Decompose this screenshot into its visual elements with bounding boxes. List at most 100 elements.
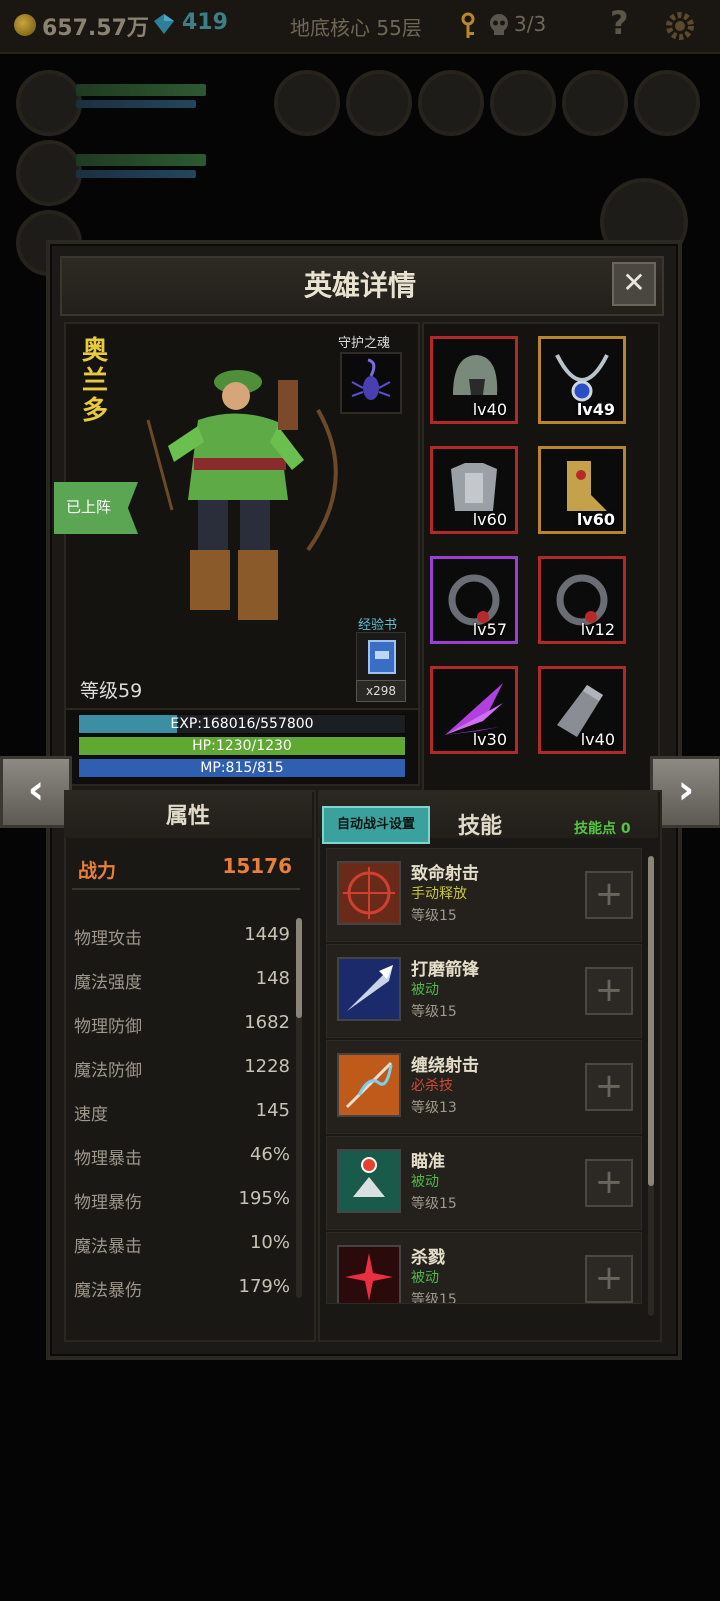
mp-bar-text: MP:815/815 bbox=[200, 760, 284, 776]
skill-level: 等级13 bbox=[411, 1100, 457, 1116]
equip-level: lv30 bbox=[472, 730, 507, 749]
scorpion-icon bbox=[351, 358, 391, 400]
equip-level: lv57 bbox=[472, 620, 507, 639]
exp-book-count: x298 bbox=[356, 680, 406, 702]
crosshair-skill-icon bbox=[337, 861, 401, 925]
skills-scrollbar-thumb[interactable] bbox=[648, 856, 654, 1186]
skill-upgrade-button[interactable]: + bbox=[585, 1063, 633, 1111]
skill-name: 打磨箭锋 bbox=[411, 960, 479, 980]
skill-type: 手动释放 bbox=[411, 886, 467, 902]
entangle-arrow-skill-icon bbox=[337, 1053, 401, 1117]
attr-label: 魔法强度 bbox=[74, 973, 142, 993]
gem-icon bbox=[154, 14, 174, 34]
attr-value: 1228 bbox=[244, 1056, 290, 1077]
attr-label: 物理暴击 bbox=[74, 1149, 142, 1169]
skill-upgrade-button[interactable]: + bbox=[585, 871, 633, 919]
hp-bar-text: HP:1230/1230 bbox=[192, 738, 292, 754]
bg-hero-bar bbox=[76, 100, 196, 108]
equip-level: lv40 bbox=[580, 730, 615, 749]
skill-row[interactable]: 杀戮 被动 等级15 + bbox=[326, 1232, 642, 1304]
arrowhead-skill-icon bbox=[337, 957, 401, 1021]
exp-bar: EXP:168016/557800 bbox=[78, 714, 406, 734]
exp-bar-fill bbox=[79, 715, 178, 733]
power-label: 战力 bbox=[78, 860, 117, 882]
deployed-label: 已上阵 bbox=[66, 498, 112, 516]
skill-type: 被动 bbox=[411, 982, 439, 998]
equip-level: lv49 bbox=[576, 400, 615, 419]
equip-slot-armor[interactable]: lv60 bbox=[430, 446, 518, 534]
exp-book-label: 经验书 bbox=[358, 618, 398, 633]
guardian-soul-slot[interactable] bbox=[340, 352, 402, 414]
bg-hero-bar bbox=[76, 154, 206, 166]
skill-type: 必杀技 bbox=[411, 1078, 453, 1094]
bg-item-slot bbox=[418, 70, 484, 136]
skill-level: 等级15 bbox=[411, 1292, 457, 1304]
skill-type: 被动 bbox=[411, 1174, 439, 1190]
attr-value: 10% bbox=[249, 1232, 290, 1253]
equip-level: lv40 bbox=[472, 400, 507, 419]
equip-slot-boots[interactable]: lv60 bbox=[538, 446, 626, 534]
power-value: 15176 bbox=[222, 854, 292, 878]
attributes-scrollbar-thumb[interactable] bbox=[296, 918, 302, 1018]
hero-name: 奥兰多 bbox=[82, 336, 109, 426]
skill-row[interactable]: 瞄准 被动 等级15 + bbox=[326, 1136, 642, 1230]
attr-value: 179% bbox=[238, 1276, 290, 1297]
equip-slot-ring-1[interactable]: lv57 bbox=[430, 556, 518, 644]
skill-name: 杀戮 bbox=[411, 1248, 445, 1268]
hp-bar: HP:1230/1230 bbox=[78, 736, 406, 756]
exp-book-button[interactable] bbox=[356, 632, 406, 682]
book-icon bbox=[368, 640, 396, 674]
equip-level: lv60 bbox=[576, 510, 615, 529]
skill-level: 等级15 bbox=[411, 1196, 457, 1212]
dialog-title: 英雄详情 bbox=[303, 269, 416, 302]
dungeon-floor-label: 地底核心 55层 bbox=[290, 16, 422, 40]
divider bbox=[72, 888, 300, 890]
key-icon bbox=[461, 12, 475, 38]
guardian-soul-label: 守护之魂 bbox=[338, 336, 391, 351]
settings-gear-icon[interactable] bbox=[664, 10, 696, 42]
attr-label: 速度 bbox=[74, 1105, 108, 1125]
skill-row[interactable]: 致命射击 手动释放 等级15 + bbox=[326, 848, 642, 942]
equip-level: lv60 bbox=[472, 510, 507, 529]
help-icon[interactable]: ? bbox=[610, 4, 629, 42]
skill-row[interactable]: 缠绕射击 必杀技 等级13 + bbox=[326, 1040, 642, 1134]
auto-battle-settings-button[interactable]: 自动战斗设置 bbox=[322, 806, 430, 844]
hero-archer-illustration bbox=[146, 370, 338, 620]
mp-bar: MP:815/815 bbox=[78, 758, 406, 778]
gold-amount: 657.57万 bbox=[42, 16, 149, 41]
attr-value: 195% bbox=[238, 1188, 290, 1209]
attr-value: 46% bbox=[249, 1144, 290, 1165]
gold-coin-icon bbox=[14, 14, 36, 36]
bg-hero-bar bbox=[76, 170, 196, 178]
attr-label: 物理暴伤 bbox=[74, 1193, 142, 1213]
equip-slot-weapon[interactable]: lv30 bbox=[430, 666, 518, 754]
bg-hero-portrait bbox=[16, 70, 82, 136]
bg-item-slot bbox=[634, 70, 700, 136]
bg-hero-bar bbox=[76, 84, 206, 96]
skill-upgrade-button[interactable]: + bbox=[585, 1159, 633, 1207]
skill-row[interactable]: 打磨箭锋 被动 等级15 + bbox=[326, 944, 642, 1038]
attr-value: 1682 bbox=[244, 1012, 290, 1033]
attr-label: 魔法暴伤 bbox=[74, 1281, 142, 1301]
skill-upgrade-button[interactable]: + bbox=[585, 967, 633, 1015]
bg-item-slot bbox=[346, 70, 412, 136]
prev-hero-button[interactable]: ‹ bbox=[0, 756, 72, 828]
bg-hero-portrait bbox=[16, 140, 82, 206]
equip-slot-offhand[interactable]: lv40 bbox=[538, 666, 626, 754]
aim-skill-icon bbox=[337, 1149, 401, 1213]
skill-level: 等级15 bbox=[411, 908, 457, 924]
equip-slot-necklace[interactable]: lv49 bbox=[538, 336, 626, 424]
close-button[interactable]: ✕ bbox=[612, 262, 656, 306]
skill-points: 技能点 0 bbox=[574, 821, 631, 837]
skill-name: 瞄准 bbox=[411, 1152, 445, 1172]
skull-counter: 3/3 bbox=[514, 12, 547, 36]
equip-slot-helmet[interactable]: lv40 bbox=[430, 336, 518, 424]
skills-title: 技能 bbox=[458, 814, 503, 839]
slaughter-skill-icon bbox=[337, 1245, 401, 1303]
skill-type: 被动 bbox=[411, 1270, 439, 1286]
gem-amount: 419 bbox=[182, 10, 228, 35]
skill-name: 致命射击 bbox=[411, 864, 479, 884]
skill-level: 等级15 bbox=[411, 1004, 457, 1020]
skill-upgrade-button[interactable]: + bbox=[585, 1255, 633, 1303]
equip-slot-ring-2[interactable]: lv12 bbox=[538, 556, 626, 644]
